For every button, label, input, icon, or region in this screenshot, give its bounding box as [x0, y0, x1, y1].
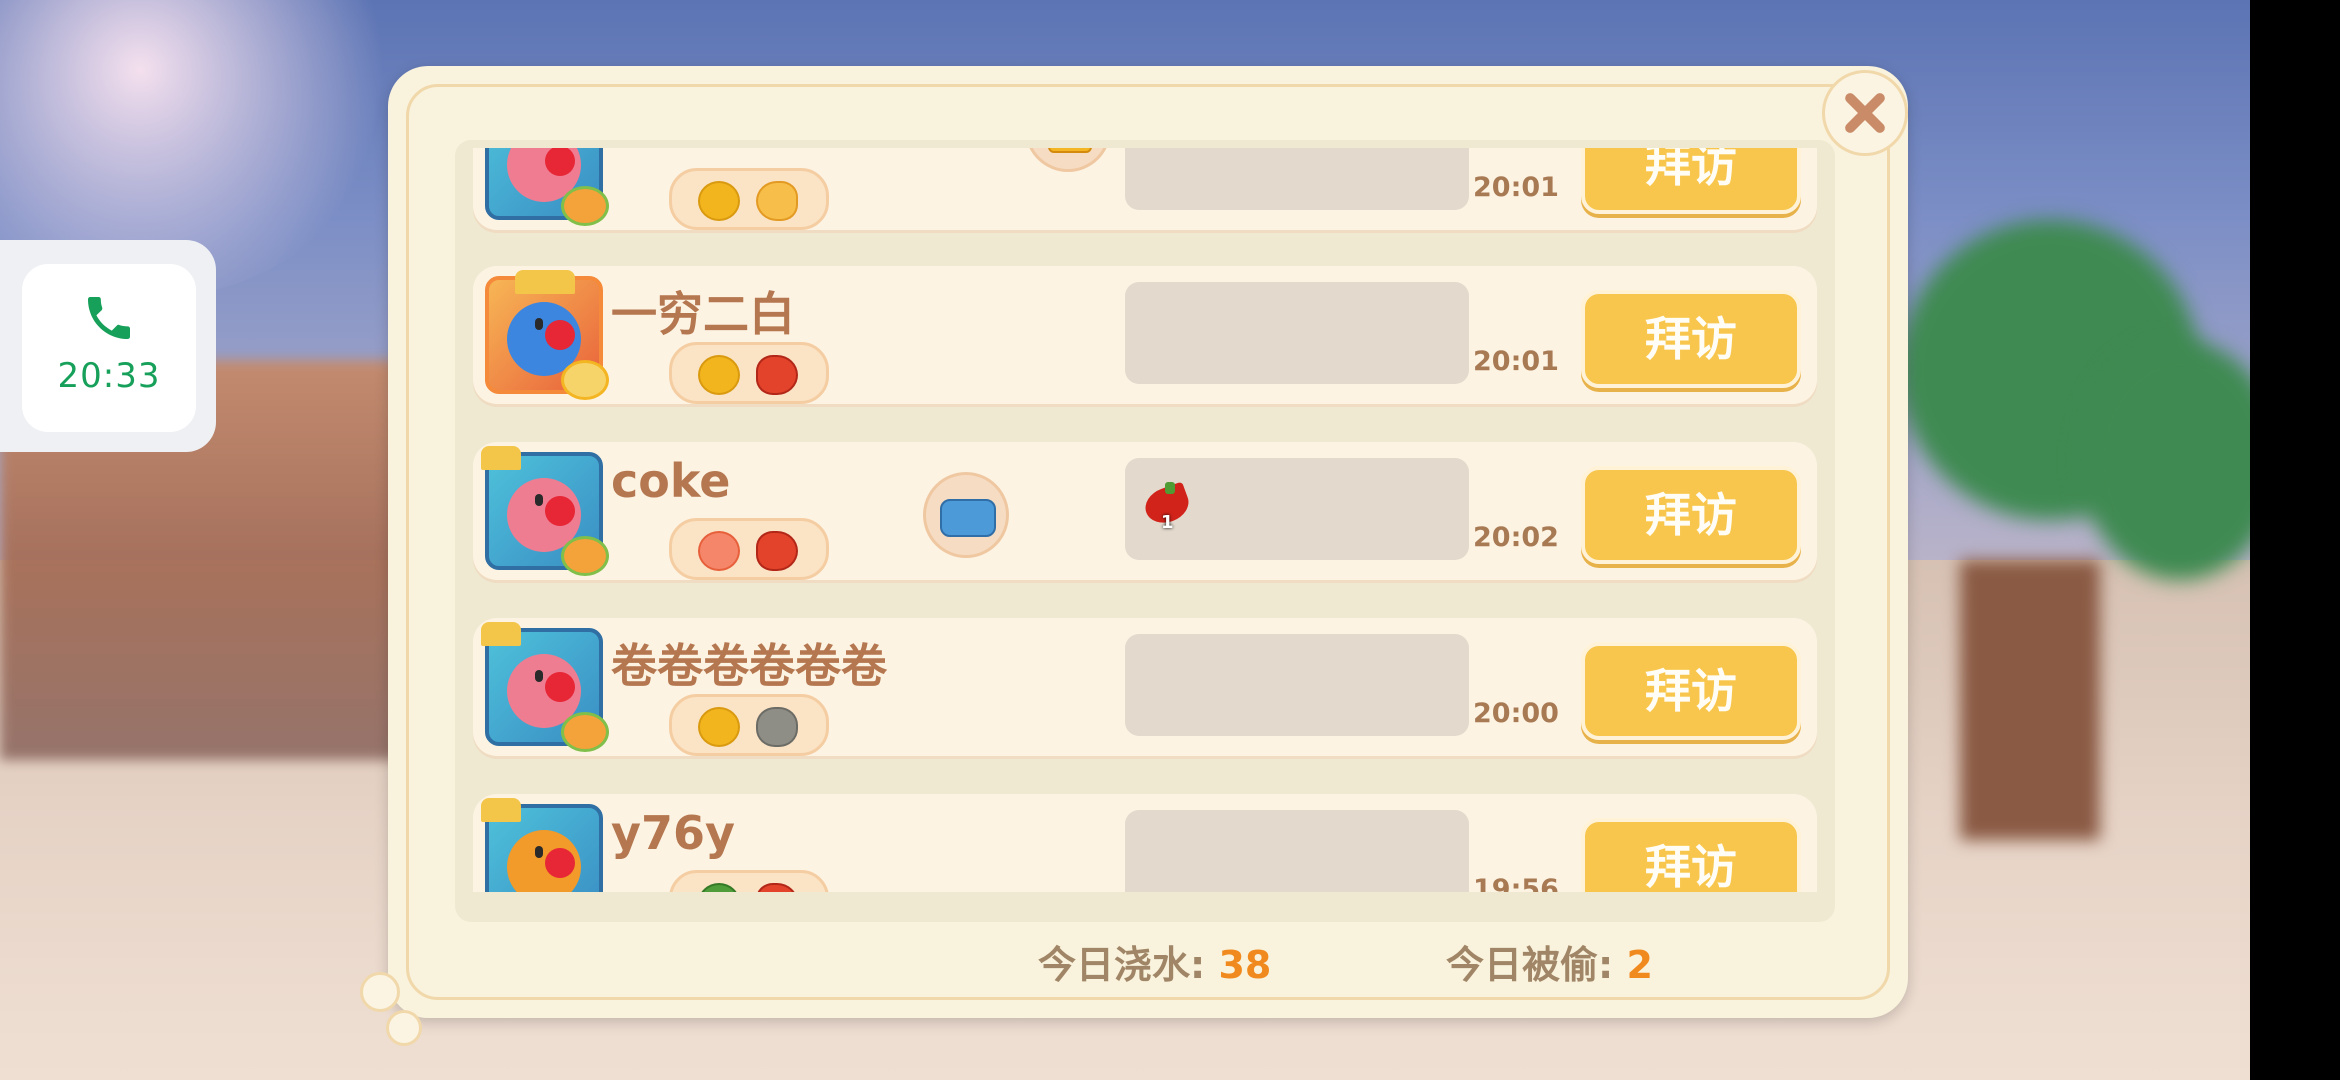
- avatar[interactable]: [485, 270, 609, 400]
- decorative-bubble: [386, 1010, 422, 1046]
- visit-time: 20:00: [1473, 698, 1559, 729]
- visit-button[interactable]: 拜访: [1581, 290, 1801, 388]
- stolen-slot: 1: [1125, 458, 1469, 560]
- lobster-icon: [756, 355, 798, 395]
- leaf-icon: [698, 883, 740, 892]
- stolen-today-value: 2: [1626, 943, 1653, 987]
- stolen-slot: [1125, 810, 1469, 892]
- crown-icon: [481, 622, 521, 646]
- visit-time: 19:56: [1473, 874, 1559, 892]
- avatar[interactable]: [481, 798, 603, 892]
- stolen-slot: [1125, 282, 1469, 384]
- watering-can-icon: [940, 499, 996, 537]
- screen-edge: [2250, 0, 2340, 1080]
- call-card[interactable]: 20:33: [22, 264, 196, 432]
- pumpkin-icon: [698, 355, 740, 395]
- visit-button[interactable]: 拜访: [1581, 466, 1801, 564]
- visit-time: 20:02: [1473, 522, 1559, 553]
- sprout-badge-icon: [561, 536, 609, 576]
- friend-name: y76y: [611, 806, 735, 860]
- tree-trunk: [1960, 560, 2100, 840]
- friend-name: coke: [611, 454, 731, 508]
- avatar-nose: [545, 320, 575, 350]
- stolen-today-stat: 今日被偷: 2: [1446, 934, 1653, 989]
- friend-row: coke 1 20:02 拜访: [473, 442, 1817, 580]
- sprout-badge-icon: [561, 186, 609, 226]
- visit-time: 20:01: [1473, 172, 1559, 203]
- avatar[interactable]: [481, 622, 609, 752]
- pumpkin-icon: [698, 181, 740, 221]
- friend-row: 20:01 拜访: [473, 148, 1817, 230]
- friend-row: 一穷二白 20:01 拜访: [473, 266, 1817, 404]
- avatar-nose: [545, 848, 575, 878]
- like-button[interactable]: [1025, 148, 1111, 172]
- avatar-nose: [545, 496, 575, 526]
- visit-button[interactable]: 拜访: [1581, 818, 1801, 892]
- avatar-eye: [535, 494, 543, 506]
- close-button[interactable]: [1822, 70, 1908, 156]
- peach-icon: [698, 531, 740, 571]
- crown-icon: [481, 446, 521, 470]
- stolen-quantity: 1: [1161, 512, 1174, 533]
- water-button[interactable]: [923, 472, 1009, 558]
- friend-row: 卷卷卷卷卷卷 20:00 拜访: [473, 618, 1817, 756]
- visit-button[interactable]: 拜访: [1581, 642, 1801, 740]
- pumpkin-icon: [698, 707, 740, 747]
- avatar[interactable]: [481, 446, 609, 576]
- avatar-eye: [535, 318, 543, 330]
- harvest-items: [669, 870, 829, 892]
- decorative-bubble: [360, 972, 400, 1012]
- call-duration: 20:33: [57, 356, 161, 396]
- friend-list[interactable]: 20:01 拜访 一穷二白 20:01 拜访 coke 1 20:02 拜访 卷…: [465, 148, 1825, 892]
- crown-icon: [481, 798, 521, 822]
- watered-today-value: 38: [1218, 943, 1272, 987]
- harvest-items: [669, 694, 829, 756]
- visit-button[interactable]: 拜访: [1581, 148, 1801, 214]
- goldfish-icon: [756, 181, 798, 221]
- friend-row: y76y 19:56 拜访: [473, 794, 1817, 892]
- avatar[interactable]: [485, 148, 609, 226]
- watered-today-stat: 今日浇水: 38: [1038, 934, 1271, 989]
- friend-name: 一穷二白: [611, 287, 795, 341]
- stolen-slot: [1125, 634, 1469, 736]
- sprout-badge-icon: [561, 712, 609, 752]
- chili-stem: [1165, 482, 1175, 494]
- lobster-icon: [756, 883, 798, 892]
- avatar-eye: [535, 846, 543, 858]
- thumbs-up-icon: [1048, 148, 1092, 153]
- watered-today-label: 今日浇水:: [1038, 943, 1219, 987]
- stolen-today-label: 今日被偷:: [1446, 943, 1627, 987]
- friend-name: 卷卷卷卷卷卷: [611, 639, 887, 693]
- crab-icon: [756, 707, 798, 747]
- harvest-items: [669, 168, 829, 230]
- harvest-items: [669, 518, 829, 580]
- call-floating-widget[interactable]: 20:33: [0, 240, 216, 452]
- avatar-eye: [535, 670, 543, 682]
- phone-icon: [88, 297, 130, 339]
- lobster-icon: [756, 531, 798, 571]
- stolen-slot: [1125, 148, 1469, 210]
- chili-icon: 1: [1139, 481, 1194, 533]
- crown-icon: [515, 270, 575, 294]
- harvest-items: [669, 342, 829, 404]
- visit-time: 20:01: [1473, 346, 1559, 377]
- avatar-nose: [545, 672, 575, 702]
- sprout-badge-icon: [561, 360, 609, 400]
